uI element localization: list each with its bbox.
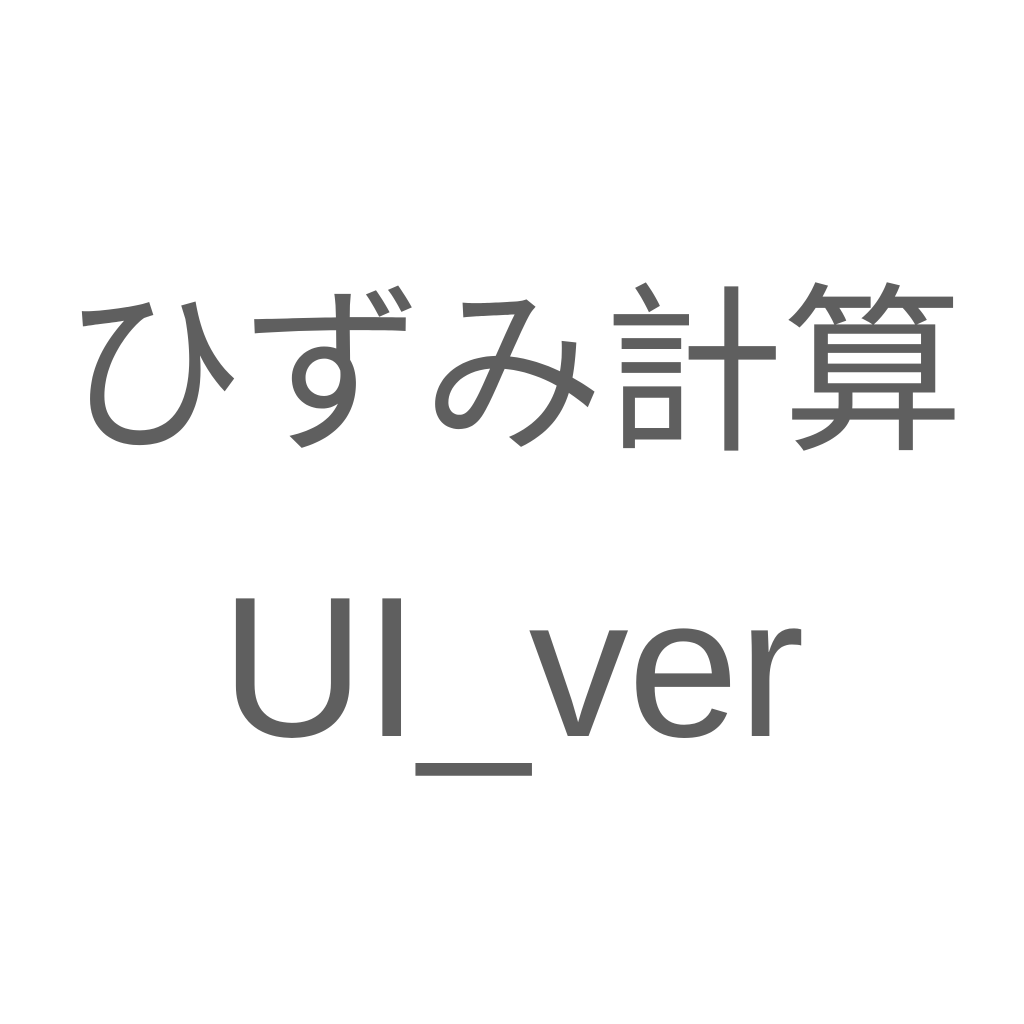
title-line-2: UI_ver xyxy=(220,556,804,779)
title-canvas: ひずみ計算 UI_ver xyxy=(0,0,1024,1024)
title-line-1: ひずみ計算 xyxy=(62,267,964,479)
